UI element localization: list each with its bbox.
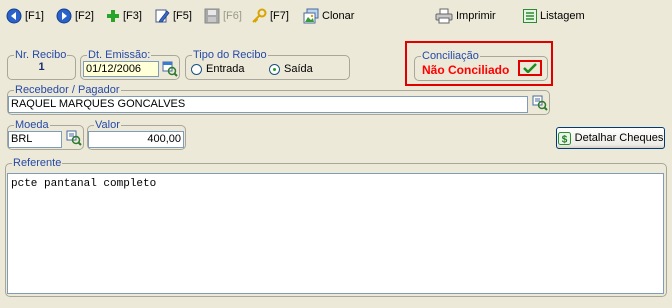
referente-textarea[interactable]: pcte pantanal completo (7, 173, 664, 294)
back-button-label: [F1] (25, 10, 44, 22)
plus-icon (107, 10, 119, 22)
radio-entrada-label: Entrada (206, 63, 245, 75)
valor-group: Valor 400,00 (87, 118, 186, 150)
conciliacao-status: Não Conciliado (422, 63, 510, 77)
detalhar-cheques-label: Detalhar Cheques (574, 132, 664, 144)
radio-saida-dot (269, 63, 280, 75)
date-lookup-icon[interactable] (162, 61, 178, 77)
list-button[interactable]: Listagem (523, 6, 585, 26)
moeda-input[interactable]: BRL (8, 131, 62, 148)
referente-group: Referente pcte pantanal completo (5, 156, 667, 297)
radio-saida[interactable]: Saída (269, 63, 313, 75)
recebedor-input[interactable]: RAQUEL MARQUES GONCALVES (8, 96, 528, 113)
list-icon (523, 9, 537, 23)
recibo-group: Nr. Recibo 1 (7, 48, 76, 80)
referente-label: Referente (12, 156, 63, 170)
search-button-label: [F7] (270, 10, 289, 22)
checkmark-icon (523, 63, 537, 73)
radio-saida-label: Saída (284, 63, 313, 75)
tipo-label: Tipo do Recibo (192, 48, 268, 62)
arrow-left-icon (6, 8, 22, 24)
clone-button-label: Clonar (322, 10, 355, 22)
floppy-disk-icon (204, 8, 220, 24)
print-button-label: Imprimir (456, 10, 496, 22)
tipo-group: Tipo do Recibo Entrada Saída (185, 48, 350, 80)
valor-label: Valor (94, 118, 121, 132)
svg-text:$: $ (561, 134, 567, 145)
print-button[interactable]: Imprimir (435, 6, 496, 26)
recibo-number: 1 (38, 61, 45, 73)
key-icon (252, 8, 267, 23)
edit-icon (155, 9, 170, 23)
moeda-group: Moeda BRL (7, 118, 84, 150)
search-button[interactable]: [F7] (251, 6, 289, 26)
clone-button[interactable]: Clonar (303, 6, 354, 26)
moeda-label: Moeda (14, 118, 50, 132)
radio-entrada[interactable]: Entrada (191, 63, 245, 75)
radio-entrada-dot (191, 63, 202, 75)
save-button-label: [F6] (223, 10, 242, 22)
detalhar-cheques-button[interactable]: $ Detalhar Cheques (556, 127, 665, 149)
emissao-date-input[interactable]: 01/12/2006 (83, 61, 159, 77)
new-button[interactable]: [F3] (106, 6, 142, 26)
edit-button[interactable]: [F5] (154, 6, 192, 26)
back-button[interactable]: [F1] (6, 6, 44, 26)
forward-button[interactable]: [F2] (56, 6, 94, 26)
conciliacao-group: Conciliação Não Conciliado (414, 49, 548, 81)
conciliar-button[interactable] (518, 60, 542, 76)
moeda-lookup-icon[interactable] (66, 130, 82, 146)
forward-button-label: [F2] (75, 10, 94, 22)
list-button-label: Listagem (540, 10, 585, 22)
recebedor-label: Recebedor / Pagador (14, 83, 121, 97)
recebedor-lookup-icon[interactable] (532, 95, 548, 111)
emissao-label: Dt. Emissão: (87, 48, 152, 62)
conciliacao-label: Conciliação (421, 49, 480, 63)
dollar-icon: $ (557, 131, 571, 145)
recibo-label: Nr. Recibo (14, 48, 68, 62)
new-button-label: [F3] (123, 10, 142, 22)
printer-icon (435, 8, 453, 24)
clone-picture-icon (303, 8, 319, 24)
save-button[interactable]: [F6] (204, 6, 242, 26)
valor-input[interactable]: 400,00 (88, 131, 184, 148)
edit-button-label: [F5] (173, 10, 192, 22)
arrow-right-icon (56, 8, 72, 24)
recebedor-group: Recebedor / Pagador RAQUEL MARQUES GONCA… (7, 83, 550, 115)
emissao-group: Dt. Emissão: 01/12/2006 (80, 48, 180, 80)
